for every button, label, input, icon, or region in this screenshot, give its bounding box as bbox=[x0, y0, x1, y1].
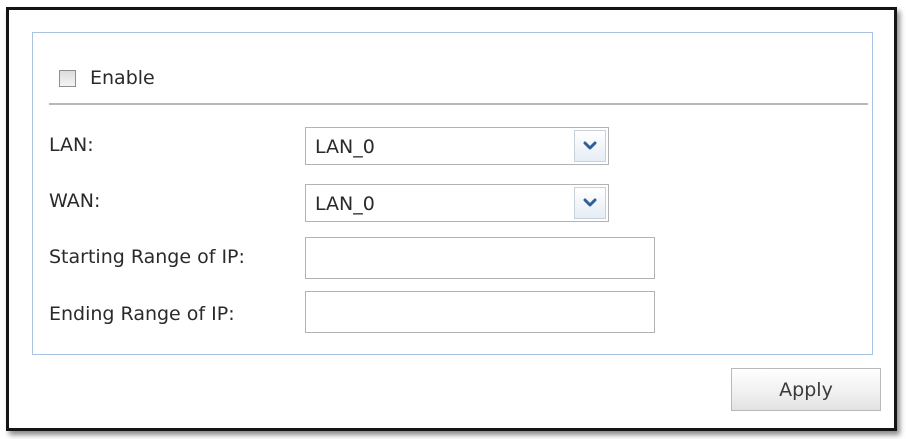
start-ip-input[interactable] bbox=[305, 237, 655, 279]
end-ip-input[interactable] bbox=[305, 291, 655, 333]
enable-checkbox[interactable] bbox=[59, 69, 76, 87]
wan-dropdown-button[interactable] bbox=[574, 187, 606, 219]
settings-panel: Enable LAN: LAN_0 WAN: LAN_0 Starting Ra… bbox=[32, 32, 873, 355]
lan-select-value: LAN_0 bbox=[315, 136, 375, 158]
section-divider bbox=[49, 103, 868, 105]
lan-dropdown-button[interactable] bbox=[574, 130, 606, 162]
lan-select[interactable]: LAN_0 bbox=[305, 127, 609, 165]
chevron-down-icon bbox=[583, 141, 597, 150]
apply-button[interactable]: Apply bbox=[731, 368, 881, 411]
end-ip-label: Ending Range of IP: bbox=[49, 303, 235, 325]
enable-label: Enable bbox=[90, 67, 155, 89]
wan-label: WAN: bbox=[49, 190, 101, 212]
dialog-frame: Enable LAN: LAN_0 WAN: LAN_0 Starting Ra… bbox=[6, 7, 897, 431]
chevron-down-icon bbox=[583, 198, 597, 207]
start-ip-label: Starting Range of IP: bbox=[49, 246, 245, 268]
wan-select-value: LAN_0 bbox=[315, 193, 375, 215]
lan-label: LAN: bbox=[49, 134, 94, 156]
enable-row: Enable bbox=[59, 66, 155, 90]
wan-select[interactable]: LAN_0 bbox=[305, 184, 609, 222]
